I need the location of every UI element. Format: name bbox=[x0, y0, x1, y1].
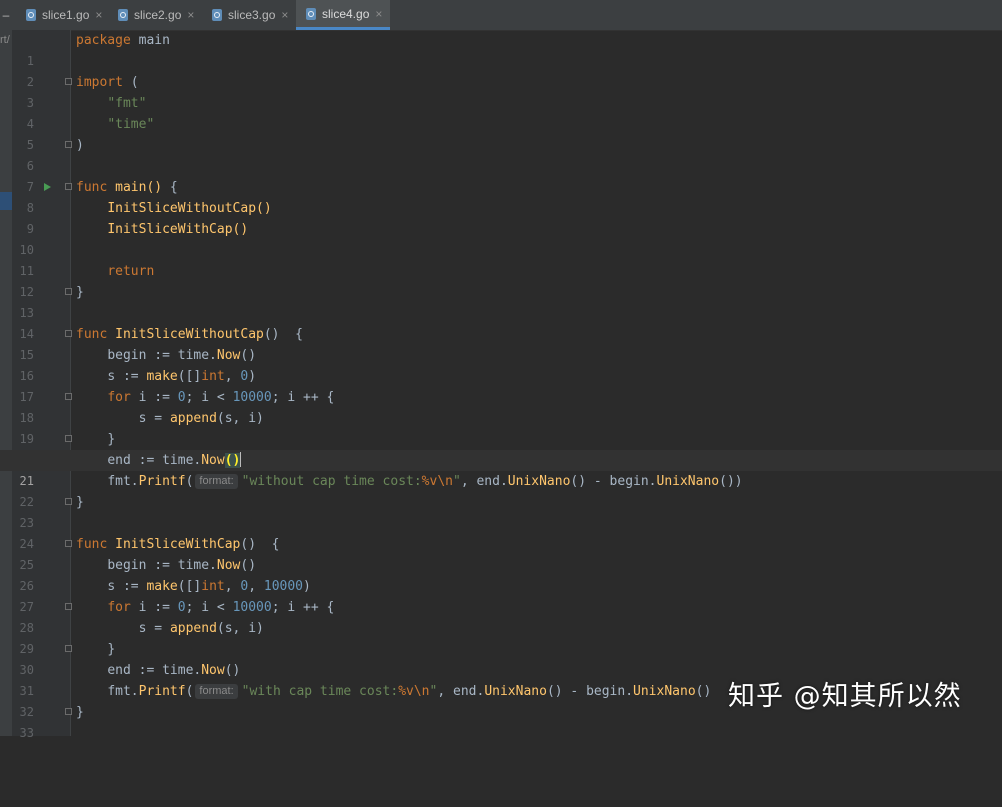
fold-icon[interactable] bbox=[65, 708, 72, 715]
fold-icon[interactable] bbox=[65, 540, 72, 547]
code-line[interactable]: 8 func main() { bbox=[0, 177, 1002, 215]
fold-icon[interactable] bbox=[65, 183, 72, 190]
code-text: InitSliceWithCap() bbox=[107, 222, 249, 237]
code-line[interactable]: 7 bbox=[0, 156, 1002, 194]
code-text: func InitSliceWithoutCap() { bbox=[76, 327, 303, 342]
code-text: fmt.Printf(format: "without cap time cost… bbox=[107, 474, 743, 489]
code-line[interactable]: 12 return bbox=[0, 261, 1002, 299]
code-text: s := make([]int, 0) bbox=[107, 369, 257, 384]
code-line[interactable]: 28 for i := 0; i < 10000; i ++ { bbox=[0, 597, 1002, 635]
tab-slice3-go[interactable]: slice3.go × bbox=[202, 0, 296, 30]
go-file-icon bbox=[118, 9, 128, 21]
code-text: end := time.Now() bbox=[107, 663, 241, 678]
fold-icon[interactable] bbox=[65, 393, 72, 400]
code-line[interactable]: 1 package main bbox=[0, 30, 1002, 68]
text-caret bbox=[240, 452, 242, 467]
code-line[interactable]: 30 } bbox=[0, 639, 1002, 677]
tab-label: slice3.go bbox=[228, 8, 276, 22]
code-text: import ( bbox=[76, 75, 139, 90]
code-line[interactable]: 17 s := make([]int, 0) bbox=[0, 366, 1002, 404]
code-line[interactable]: 23 } bbox=[0, 492, 1002, 530]
fold-icon[interactable] bbox=[65, 498, 72, 505]
tab-slice4-go[interactable]: slice4.go × bbox=[296, 0, 390, 30]
parameter-hint: format: bbox=[195, 474, 238, 489]
code-text: begin := time.Now() bbox=[107, 558, 257, 573]
close-icon[interactable]: × bbox=[95, 8, 102, 22]
code-line[interactable]: 24 bbox=[0, 513, 1002, 551]
code-line[interactable]: 2 bbox=[0, 51, 1002, 89]
zhihu-watermark: 知乎 @知其所以然 bbox=[728, 681, 962, 712]
code-text: begin := time.Now() bbox=[107, 348, 257, 363]
code-line[interactable]: 20 } bbox=[0, 429, 1002, 467]
code-text: "fmt" bbox=[107, 96, 147, 111]
code-text: s = append(s, i) bbox=[138, 621, 264, 636]
code-text: } bbox=[76, 705, 84, 720]
code-text: } bbox=[107, 642, 116, 657]
code-line-current[interactable]: 21 end := time.Now() bbox=[0, 450, 1002, 488]
code-line[interactable]: 10 InitSliceWithCap() bbox=[0, 219, 1002, 257]
code-text: package main bbox=[76, 33, 170, 48]
close-icon[interactable]: × bbox=[375, 7, 382, 21]
code-text: end := time.Now() bbox=[107, 452, 242, 468]
code-line[interactable]: 29 s = append(s, i) bbox=[0, 618, 1002, 656]
code-line[interactable]: 16 begin := time.Now() bbox=[0, 345, 1002, 383]
fold-icon[interactable] bbox=[65, 141, 72, 148]
code-text: for i := 0; i < 10000; i ++ { bbox=[107, 390, 335, 405]
tab-label: slice4.go bbox=[322, 6, 370, 21]
code-line[interactable]: 22 fmt.Printf(format: "without cap time c… bbox=[0, 471, 1002, 509]
code-line[interactable]: 27 s := make([]int, 0, 10000) bbox=[0, 576, 1002, 614]
fold-icon[interactable] bbox=[65, 603, 72, 610]
parameter-hint: format: bbox=[195, 684, 238, 699]
code-text: for i := 0; i < 10000; i ++ { bbox=[107, 600, 335, 615]
code-text: ) bbox=[76, 138, 84, 153]
code-text: InitSliceWithoutCap() bbox=[107, 201, 272, 216]
close-icon[interactable]: × bbox=[187, 8, 194, 22]
fold-icon[interactable] bbox=[65, 645, 72, 652]
code-line[interactable]: 15 func InitSliceWithoutCap() { bbox=[0, 324, 1002, 362]
code-text: "time" bbox=[107, 117, 155, 132]
code-text: func InitSliceWithCap() { bbox=[76, 537, 280, 552]
code-line[interactable]: 9 InitSliceWithoutCap() bbox=[0, 198, 1002, 236]
code-text: fmt.Printf(format: "with cap time cost:%v… bbox=[107, 684, 712, 699]
matched-paren-highlight: () bbox=[224, 453, 241, 468]
tab-label: slice1.go bbox=[42, 8, 90, 22]
code-text: s = append(s, i) bbox=[138, 411, 264, 426]
fold-icon[interactable] bbox=[65, 330, 72, 337]
go-file-icon bbox=[26, 9, 36, 21]
tab-slice2-go[interactable]: slice2.go × bbox=[108, 0, 202, 30]
close-icon[interactable]: × bbox=[281, 8, 288, 22]
code-line[interactable]: 4 "fmt" bbox=[0, 93, 1002, 131]
code-line[interactable]: 6 ) bbox=[0, 135, 1002, 173]
code-line[interactable]: 3 import ( bbox=[0, 72, 1002, 110]
fold-icon[interactable] bbox=[65, 435, 72, 442]
line-number: 33 bbox=[19, 726, 34, 740]
panel-collapse-button[interactable]: – bbox=[0, 0, 12, 30]
code-line[interactable]: 11 bbox=[0, 240, 1002, 278]
code-text: } bbox=[76, 495, 84, 510]
code-line[interactable]: 5 "time" bbox=[0, 114, 1002, 152]
go-file-icon bbox=[306, 7, 316, 20]
code-text: s := make([]int, 0, 10000) bbox=[107, 579, 311, 594]
go-file-icon bbox=[212, 9, 222, 21]
code-text: } bbox=[107, 432, 116, 447]
code-line[interactable]: 19 s = append(s, i) bbox=[0, 408, 1002, 446]
run-icon[interactable] bbox=[44, 183, 51, 191]
tab-label: slice2.go bbox=[134, 8, 182, 22]
editor-tab-bar: – slice1.go × slice2.go × slice3.go × sl… bbox=[0, 0, 1002, 31]
fold-icon[interactable] bbox=[65, 288, 72, 295]
code-line[interactable]: 18 for i := 0; i < 10000; i ++ { bbox=[0, 387, 1002, 425]
code-line[interactable]: 14 bbox=[0, 303, 1002, 341]
tab-slice1-go[interactable]: slice1.go × bbox=[16, 0, 108, 30]
code-text: func main() { bbox=[76, 180, 178, 195]
code-text: } bbox=[76, 285, 84, 300]
code-line[interactable]: 13 } bbox=[0, 282, 1002, 320]
fold-icon[interactable] bbox=[65, 78, 72, 85]
code-line[interactable]: 25 func InitSliceWithCap() { bbox=[0, 534, 1002, 572]
code-text: return bbox=[107, 264, 155, 279]
code-line[interactable]: 26 begin := time.Now() bbox=[0, 555, 1002, 593]
